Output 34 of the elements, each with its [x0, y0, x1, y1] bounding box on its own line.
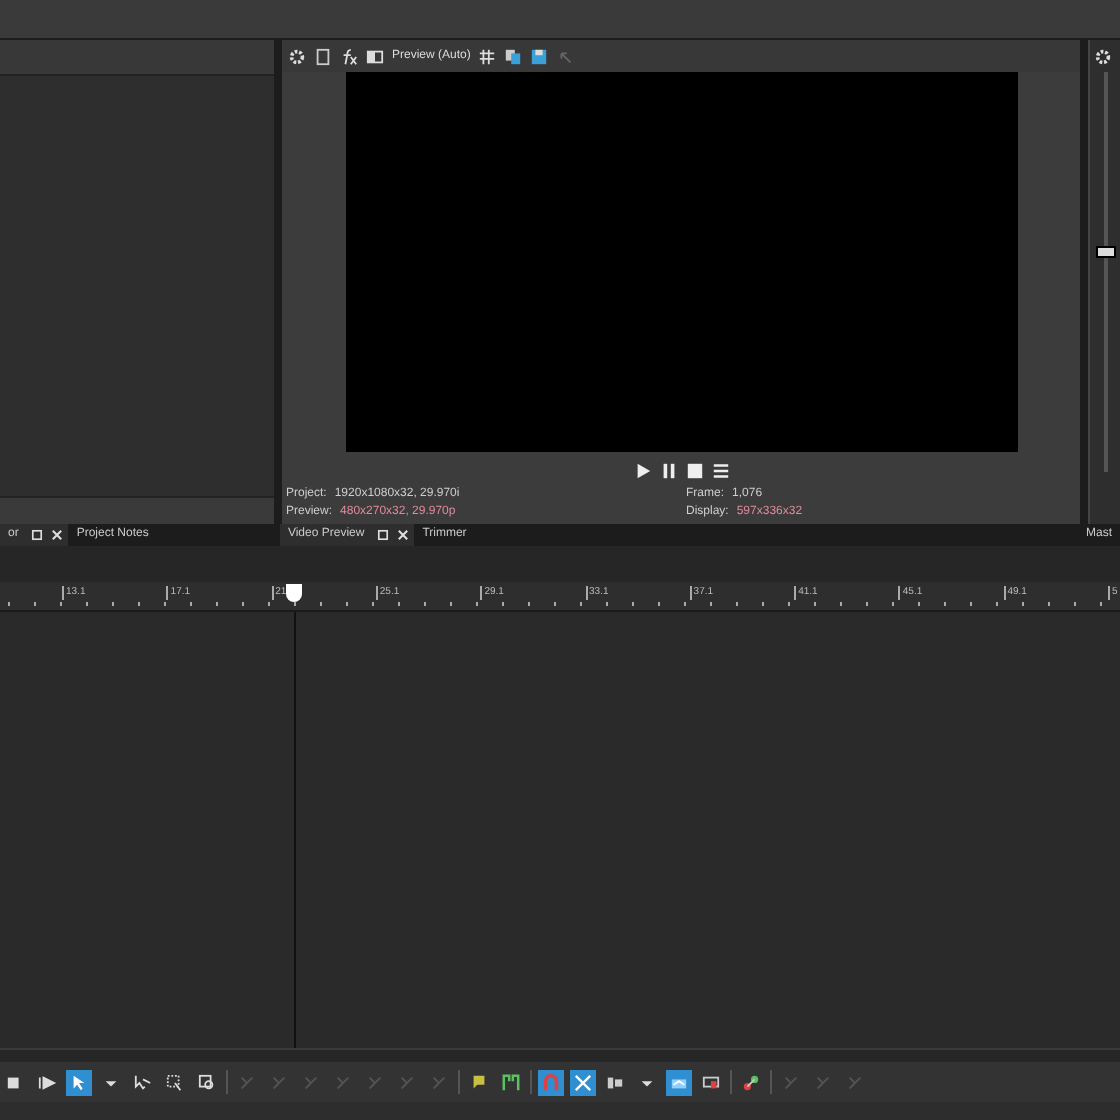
- fader-handle[interactable]: [1095, 246, 1115, 258]
- settings-icon[interactable]: [288, 47, 306, 65]
- stop-icon[interactable]: [685, 461, 703, 479]
- maximize-icon[interactable]: [30, 526, 45, 544]
- menu-icon[interactable]: [711, 461, 729, 479]
- play-icon[interactable]: [633, 461, 651, 479]
- magnet-icon: [542, 1073, 560, 1091]
- settings-icon[interactable]: [1094, 47, 1112, 65]
- nodes-icon[interactable]: [738, 1073, 764, 1091]
- envelope-tool-icon: [134, 1073, 152, 1091]
- playhead-marker: [286, 584, 302, 602]
- tool-button[interactable]: [66, 1069, 92, 1095]
- cursor-icon: [70, 1073, 88, 1091]
- tool-button[interactable]: [666, 1069, 692, 1095]
- play-icon[interactable]: [34, 1073, 60, 1091]
- tool-button[interactable]: [194, 1069, 220, 1095]
- maximize-icon[interactable]: [376, 526, 391, 544]
- selection-icon: [166, 1073, 184, 1091]
- region-icon[interactable]: [498, 1073, 524, 1091]
- ripple-icon: [606, 1073, 624, 1091]
- copy-icon[interactable]: [504, 47, 523, 65]
- document-icon[interactable]: [314, 47, 332, 65]
- split-screen-icon[interactable]: [366, 47, 384, 65]
- fx-icon[interactable]: [340, 47, 358, 65]
- cross-icon: [574, 1073, 592, 1091]
- group-icon: [702, 1073, 720, 1091]
- pause-icon[interactable]: [659, 461, 677, 479]
- save-icon[interactable]: [530, 47, 549, 65]
- close-icon[interactable]: [50, 526, 65, 544]
- tool-button[interactable]: [570, 1069, 596, 1095]
- zoom-icon: [198, 1073, 216, 1091]
- close-icon[interactable]: [396, 526, 411, 544]
- timeline-track-area[interactable]: [0, 612, 1120, 1048]
- grid-icon[interactable]: [478, 47, 497, 65]
